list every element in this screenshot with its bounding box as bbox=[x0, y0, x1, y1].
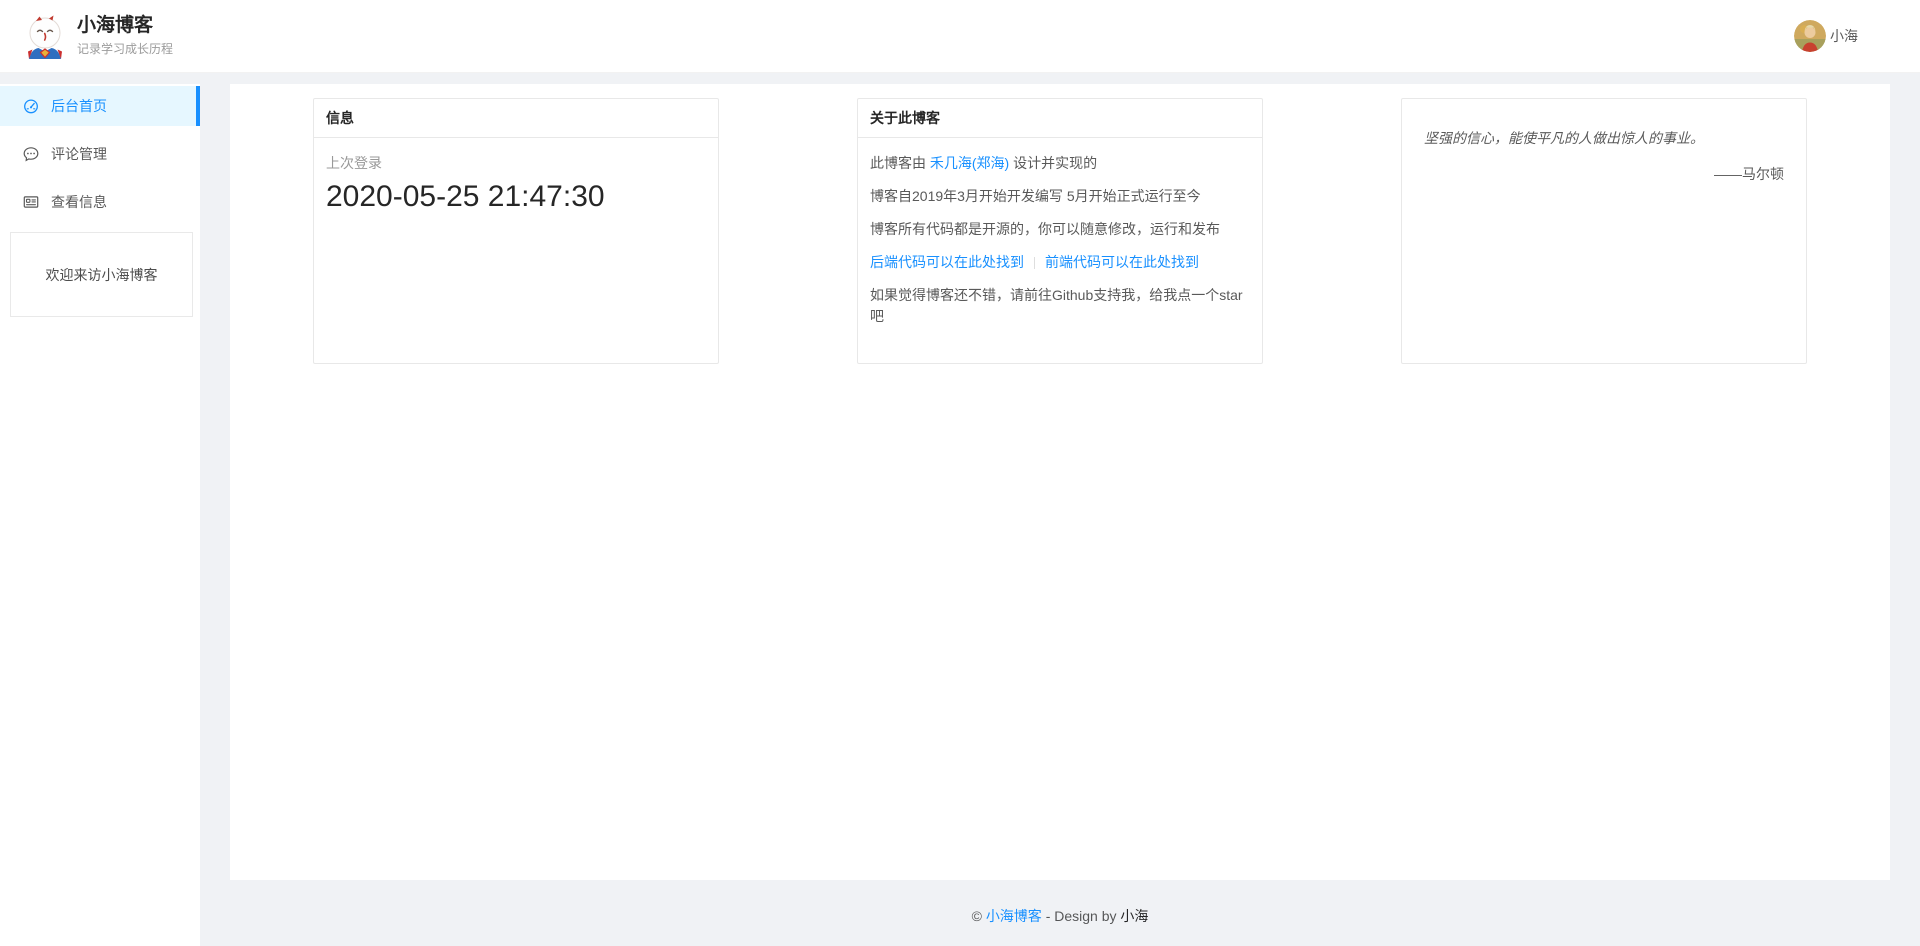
site-subtitle: 记录学习成长历程 bbox=[77, 40, 173, 57]
frontend-code-link[interactable]: 前端代码可以在此处找到 bbox=[1045, 254, 1199, 270]
author-link[interactable]: 禾几海(郑海) bbox=[930, 155, 1009, 171]
about-line-links: 后端代码可以在此处找到 前端代码可以在此处找到 bbox=[870, 252, 1250, 273]
sidebar-item-info[interactable]: 查看信息 bbox=[0, 182, 200, 222]
user-menu[interactable]: 小海 bbox=[1794, 20, 1858, 52]
message-icon bbox=[23, 146, 39, 162]
info-card-title: 信息 bbox=[314, 99, 718, 138]
blog-logo-icon bbox=[22, 13, 68, 60]
footer-site-link[interactable]: 小海博客 bbox=[986, 908, 1042, 924]
about-line-author: 此博客由 禾几海(郑海) 设计并实现的 bbox=[870, 153, 1250, 174]
info-card-body: 上次登录 2020-05-25 21:47:30 bbox=[314, 138, 718, 229]
about-line-history: 博客自2019年3月开始开发编写 5月开始正式运行至今 bbox=[870, 186, 1250, 207]
quote-card: 坚强的信心，能使平凡的人做出惊人的事业。 ——马尔顿 bbox=[1401, 98, 1807, 364]
sidebar-item-dashboard[interactable]: 后台首页 bbox=[0, 86, 200, 126]
info-card: 信息 上次登录 2020-05-25 21:47:30 bbox=[313, 98, 719, 364]
main-content: 信息 上次登录 2020-05-25 21:47:30 关于此博客 此博客由 禾… bbox=[230, 84, 1890, 880]
site-title: 小海博客 bbox=[77, 15, 173, 37]
user-avatar bbox=[1794, 20, 1826, 52]
footer-designer: 小海 bbox=[1120, 908, 1148, 924]
last-login-label: 上次登录 bbox=[326, 153, 706, 173]
dashboard-icon bbox=[23, 98, 39, 114]
about-card-title: 关于此博客 bbox=[858, 99, 1262, 138]
welcome-text: 欢迎来访小海博客 bbox=[46, 265, 158, 285]
copyright-symbol: © bbox=[972, 908, 986, 924]
app-header: 小海博客 记录学习成长历程 小海 bbox=[0, 0, 1920, 73]
vertical-divider bbox=[1034, 257, 1035, 269]
sidebar-item-label: 后台首页 bbox=[51, 96, 107, 116]
sidebar-item-comments[interactable]: 评论管理 bbox=[0, 134, 200, 174]
sidebar: 后台首页 评论管理 查看信息 欢迎来访小海博客 bbox=[0, 84, 200, 946]
last-login-value: 2020-05-25 21:47:30 bbox=[326, 180, 706, 214]
user-name: 小海 bbox=[1830, 26, 1858, 46]
backend-code-link[interactable]: 后端代码可以在此处找到 bbox=[870, 254, 1024, 270]
sidebar-item-label: 查看信息 bbox=[51, 192, 107, 212]
about-line-star: 如果觉得博客还不错，请前往Github支持我，给我点一个star吧 bbox=[870, 285, 1250, 327]
about-line-opensource: 博客所有代码都是开源的，你可以随意修改，运行和发布 bbox=[870, 219, 1250, 240]
about-card: 关于此博客 此博客由 禾几海(郑海) 设计并实现的 博客自2019年3月开始开发… bbox=[857, 98, 1263, 364]
brand[interactable]: 小海博客 记录学习成长历程 bbox=[22, 13, 173, 60]
welcome-box: 欢迎来访小海博客 bbox=[10, 232, 193, 317]
brand-text: 小海博客 记录学习成长历程 bbox=[77, 15, 173, 57]
quote-card-body: 坚强的信心，能使平凡的人做出惊人的事业。 ——马尔顿 bbox=[1402, 99, 1806, 212]
quote-text: 坚强的信心，能使平凡的人做出惊人的事业。 bbox=[1424, 127, 1784, 149]
footer: © 小海博客 - Design by 小海 bbox=[230, 880, 1890, 926]
cards-row: 信息 上次登录 2020-05-25 21:47:30 关于此博客 此博客由 禾… bbox=[230, 84, 1890, 364]
about-card-body: 此博客由 禾几海(郑海) 设计并实现的 博客自2019年3月开始开发编写 5月开… bbox=[858, 138, 1262, 342]
sidebar-item-label: 评论管理 bbox=[51, 144, 107, 164]
idcard-icon bbox=[23, 194, 39, 210]
quote-author: ——马尔顿 bbox=[1424, 164, 1784, 184]
